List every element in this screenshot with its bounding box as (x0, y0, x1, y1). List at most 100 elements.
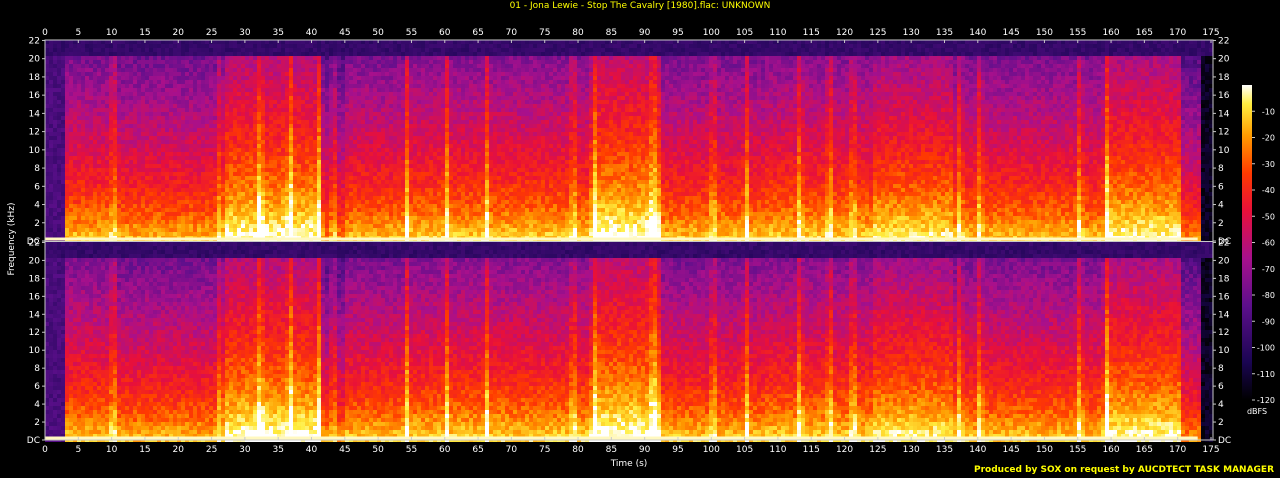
x-tick-label-top: 130 (903, 28, 920, 38)
y-tick-label-left: 18 (29, 73, 41, 83)
x-tick-label-bottom: 10 (106, 445, 118, 455)
y-tick-label-right: 10 (1218, 146, 1230, 156)
y-tick-label-left: 2 (34, 219, 40, 229)
y-tick-label-left: DC (27, 436, 40, 446)
x-tick-label-bottom: 160 (1102, 445, 1119, 455)
x-tick-label-bottom: 55 (406, 445, 417, 455)
x-tick-label-bottom: 5 (75, 445, 81, 455)
y-tick-label-right: 18 (1218, 73, 1230, 83)
y-tick-label-left: 20 (29, 55, 41, 65)
x-tick-label-top: 50 (372, 28, 384, 38)
colorbar-tick-label: -60 (1262, 239, 1275, 248)
x-tick-label-top: 0 (42, 28, 48, 38)
x-tick-label-bottom: 70 (506, 445, 518, 455)
x-tick-label-bottom: 150 (1036, 445, 1053, 455)
colorbar-tick-label: -30 (1262, 160, 1275, 169)
y-tick-label-left: 14 (29, 109, 41, 119)
x-tick-label-bottom: 130 (903, 445, 920, 455)
x-tick-label-top: 155 (1069, 28, 1086, 38)
y-tick-label-left: 12 (29, 128, 40, 138)
x-tick-label-top: 60 (439, 28, 451, 38)
x-tick-label-top: 140 (969, 28, 986, 38)
y-tick-label-left: 2 (34, 418, 40, 428)
y-tick-label-right: 16 (1218, 292, 1230, 302)
x-tick-label-bottom: 100 (703, 445, 720, 455)
x-tick-label-top: 150 (1036, 28, 1053, 38)
x-tick-label-bottom: 165 (1136, 445, 1153, 455)
x-tick-label-top: 10 (106, 28, 118, 38)
x-tick-label-bottom: 30 (239, 445, 251, 455)
y-tick-label-right: 16 (1218, 91, 1230, 101)
y-tick-label-right: DC (1218, 436, 1231, 446)
x-tick-label-top: 125 (869, 28, 886, 38)
y-tick-label-right: 14 (1218, 310, 1230, 320)
x-tick-label-top: 35 (272, 28, 283, 38)
y-tick-label-right: 10 (1218, 346, 1230, 356)
x-tick-label-bottom: 95 (672, 445, 683, 455)
x-tick-label-top: 25 (206, 28, 217, 38)
y-tick-label-left: 20 (29, 256, 41, 266)
x-tick-label-top: 55 (406, 28, 417, 38)
x-tick-label-top: 135 (936, 28, 953, 38)
colorbar-tick-label: -40 (1262, 186, 1275, 195)
colorbar-tick-label: -50 (1262, 212, 1275, 221)
y-tick-label-right: 4 (1218, 400, 1224, 410)
x-tick-label-bottom: 50 (372, 445, 384, 455)
x-tick-label-top: 75 (539, 28, 550, 38)
colorbar-tick-label: -80 (1262, 291, 1275, 300)
colorbar-tick-label: -10 (1262, 107, 1275, 116)
y-tick-label-right: 12 (1218, 328, 1229, 338)
y-tick-label-left: 8 (34, 364, 40, 374)
y-tick-label-left: 10 (29, 346, 41, 356)
y-tick-label-right: 8 (1218, 164, 1224, 174)
colorbar-tick-label: -120 (1257, 396, 1275, 405)
x-tick-label-top: 5 (75, 28, 81, 38)
x-tick-label-bottom: 65 (472, 445, 483, 455)
x-tick-label-bottom: 140 (969, 445, 986, 455)
x-tick-label-top: 90 (639, 28, 651, 38)
x-tick-label-top: 160 (1102, 28, 1119, 38)
y-tick-label-left: 8 (34, 164, 40, 174)
y-axis-label: Frequency (kHz) (7, 202, 17, 275)
y-tick-label-left: 16 (29, 91, 41, 101)
y-tick-label-left: 6 (34, 382, 40, 392)
x-tick-label-bottom: 35 (272, 445, 283, 455)
x-tick-label-top: 80 (572, 28, 584, 38)
x-tick-label-bottom: 155 (1069, 445, 1086, 455)
spectrogram-channel-2 (45, 242, 1213, 442)
x-tick-label-top: 95 (672, 28, 683, 38)
x-tick-label-top: 145 (1003, 28, 1020, 38)
y-tick-label-left: 6 (34, 182, 40, 192)
x-tick-label-top: 30 (239, 28, 251, 38)
x-tick-label-bottom: 125 (869, 445, 886, 455)
y-tick-label-right: 2 (1218, 219, 1224, 229)
y-tick-label-left: 18 (29, 274, 41, 284)
colorbar-label: dBFS (1247, 407, 1267, 416)
x-tick-label-top: 45 (339, 28, 350, 38)
y-tick-label-left: 22 (29, 36, 40, 46)
y-tick-label-left: 22 (29, 238, 40, 248)
x-tick-label-bottom: 45 (339, 445, 350, 455)
y-tick-label-right: 8 (1218, 364, 1224, 374)
colorbar-tick-label: -100 (1257, 344, 1275, 353)
x-tick-label-bottom: 85 (606, 445, 617, 455)
y-tick-label-right: 22 (1218, 238, 1229, 248)
x-tick-label-bottom: 115 (803, 445, 820, 455)
y-tick-label-right: 14 (1218, 109, 1230, 119)
x-tick-label-bottom: 145 (1003, 445, 1020, 455)
y-tick-label-left: 12 (29, 328, 40, 338)
colorbar-gradient (1242, 85, 1252, 400)
y-tick-label-left: 16 (29, 292, 41, 302)
x-tick-label-bottom: 175 (1202, 445, 1219, 455)
x-tick-label-bottom: 25 (206, 445, 217, 455)
colorbar: -10-20-30-40-50-60-70-80-90-100-110-120 (1242, 85, 1275, 405)
x-tick-label-bottom: 75 (539, 445, 550, 455)
x-tick-label-bottom: 90 (639, 445, 651, 455)
x-tick-label-bottom: 20 (173, 445, 185, 455)
x-tick-label-bottom: 120 (836, 445, 853, 455)
colorbar-tick-label: -110 (1257, 370, 1275, 379)
x-tick-label-top: 110 (769, 28, 786, 38)
x-tick-label-bottom: 105 (736, 445, 753, 455)
y-tick-label-right: 2 (1218, 418, 1224, 428)
x-tick-label-top: 85 (606, 28, 617, 38)
